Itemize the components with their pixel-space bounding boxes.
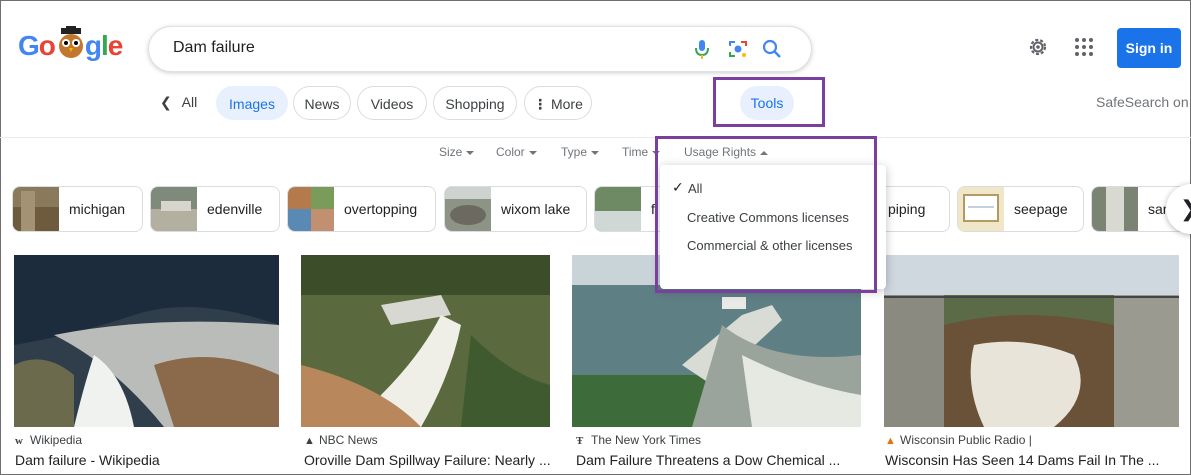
wpr-icon: ▲ xyxy=(885,435,896,447)
safesearch-label[interactable]: SafeSearch on xyxy=(1096,94,1189,110)
camera-lens-icon[interactable] xyxy=(727,38,749,60)
back-all-label: All xyxy=(181,94,198,110)
result-title[interactable]: Dam Failure Threatens a Dow Chemical ... xyxy=(576,452,840,468)
suggestion-thumbnail xyxy=(288,187,334,231)
suggestion-label: overtopping xyxy=(344,201,418,217)
filter-time-label: Time xyxy=(622,145,649,159)
result-source[interactable]: ▲ NBC News xyxy=(304,433,378,447)
suggestion-thumbnail xyxy=(13,187,59,231)
filter-type[interactable]: Type xyxy=(561,145,600,159)
result-source-name: The New York Times xyxy=(591,433,702,447)
result-image[interactable] xyxy=(884,255,1179,427)
suggestion-label: michigan xyxy=(69,201,126,217)
tab-shopping[interactable]: Shopping xyxy=(433,86,517,120)
filter-size-label: Size xyxy=(439,145,463,159)
caret-down-icon xyxy=(466,150,475,155)
caret-down-icon xyxy=(591,150,600,155)
result-title[interactable]: Wisconsin Has Seen 14 Dams Fail In The .… xyxy=(885,452,1159,468)
back-to-all-link[interactable]: ❮ All xyxy=(160,94,197,111)
tab-images[interactable]: Images xyxy=(216,86,288,120)
google-logo[interactable]: Go gle xyxy=(18,26,128,66)
result-source-name: Wisconsin Public Radio | xyxy=(900,433,1032,447)
chevron-right-icon: ❯ xyxy=(1180,196,1191,221)
caret-down-icon xyxy=(528,150,537,155)
suggestion-thumbnail xyxy=(958,187,1004,231)
sign-in-button[interactable]: Sign in xyxy=(1117,28,1181,68)
suggestion-thumbnail xyxy=(595,187,641,231)
result-source-name: Wikipedia xyxy=(30,433,83,447)
tab-videos[interactable]: Videos xyxy=(357,86,427,120)
suggestion-chip[interactable]: michigan xyxy=(12,186,143,232)
result-image[interactable] xyxy=(14,255,279,427)
apps-grid-icon[interactable] xyxy=(1073,36,1095,58)
filter-color[interactable]: Color xyxy=(496,145,537,159)
doodle-owl-icon xyxy=(59,26,83,58)
settings-gear-icon[interactable] xyxy=(1027,36,1049,58)
tab-news[interactable]: News xyxy=(293,86,351,120)
wikipedia-icon: w xyxy=(15,435,23,447)
tab-more[interactable]: ⋮ More xyxy=(524,86,592,120)
result-image[interactable] xyxy=(301,255,550,427)
result-title[interactable]: Oroville Dam Spillway Failure: Nearly ..… xyxy=(304,452,551,468)
filter-color-label: Color xyxy=(496,145,525,159)
usage-rights-annotation-box xyxy=(655,136,877,293)
nyt-icon: Ŧ xyxy=(576,435,584,447)
nav-divider xyxy=(0,137,1191,138)
suggestion-label: edenville xyxy=(207,201,263,217)
suggestion-thumbnail xyxy=(1092,187,1138,231)
suggestion-chip[interactable]: seepage xyxy=(957,186,1084,232)
suggestion-thumbnail xyxy=(445,187,491,231)
search-box[interactable]: Dam failure xyxy=(148,26,812,72)
filter-type-label: Type xyxy=(561,145,588,159)
search-icon[interactable] xyxy=(761,38,783,60)
filter-size[interactable]: Size xyxy=(439,145,475,159)
suggestion-label: seepage xyxy=(1014,201,1068,217)
result-source[interactable]: ▲ Wisconsin Public Radio | xyxy=(885,433,1032,447)
result-title[interactable]: Dam failure - Wikipedia xyxy=(15,452,160,468)
nbc-peacock-icon: ▲ xyxy=(304,435,315,447)
suggestion-chip[interactable]: wixom lake xyxy=(444,186,587,232)
microphone-icon[interactable] xyxy=(691,38,713,60)
result-source[interactable]: w Wikipedia xyxy=(15,433,82,447)
suggestion-chip[interactable]: edenville xyxy=(150,186,280,232)
chevron-left-icon: ❮ xyxy=(160,94,172,110)
tab-more-label: More xyxy=(550,96,583,112)
result-source-name: NBC News xyxy=(319,433,378,447)
suggestion-label: wixom lake xyxy=(501,201,571,217)
suggestion-thumbnail xyxy=(151,187,197,231)
suggestion-chip[interactable]: piping xyxy=(878,186,950,232)
tools-annotation-box xyxy=(713,77,825,127)
suggestion-label: piping xyxy=(888,201,926,217)
more-dots-icon: ⋮ xyxy=(533,96,548,112)
result-source[interactable]: Ŧ The New York Times xyxy=(576,433,701,447)
search-query[interactable]: Dam failure xyxy=(173,39,255,57)
suggestion-chip[interactable]: overtopping xyxy=(287,186,436,232)
